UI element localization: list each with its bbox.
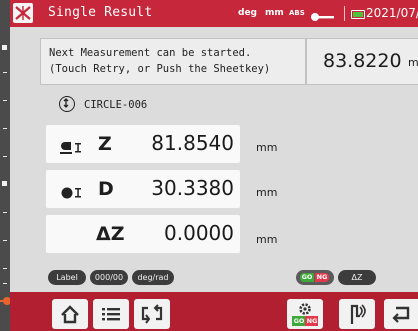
status-message-line1: Next Measurement can be started. (49, 47, 252, 59)
back-icon (392, 306, 410, 323)
header-divider (344, 6, 345, 21)
result-unit: mm (256, 186, 278, 199)
home-button[interactable] (52, 299, 88, 329)
scale-tick (3, 268, 7, 269)
format-chip[interactable]: 000/00 (90, 270, 128, 285)
measurement-display: 83.8220 mm (306, 38, 418, 85)
home-icon (61, 305, 79, 324)
result-value: 81.8540 (151, 131, 234, 155)
date-display: 2021/07/0 (366, 6, 418, 20)
diameter-icon (60, 184, 86, 199)
scale-tick (3, 156, 7, 157)
toolbar-ng-label: NG (306, 317, 318, 325)
scale-tick (3, 283, 7, 284)
toolbar-go-label: GO (293, 317, 305, 325)
bottom-toolbar: GO NG (10, 292, 418, 331)
scale-tick (3, 240, 7, 241)
scale-marker (2, 45, 7, 50)
menu-button[interactable] (93, 299, 129, 329)
result-symbol: D (98, 178, 114, 200)
scale-tick (3, 212, 7, 213)
result-row-delta-z[interactable]: ΔZ 0.0000 (46, 215, 240, 253)
back-button[interactable] (384, 299, 418, 329)
result-unit: mm (256, 233, 278, 246)
scale-tick (3, 128, 7, 129)
app-logo-icon[interactable] (13, 3, 33, 23)
scale-tick (3, 100, 7, 101)
result-value: 30.3380 (151, 176, 234, 200)
go-label: GO (300, 273, 314, 282)
menu-icon (102, 308, 120, 321)
measurement-value: 83.8220 (323, 50, 402, 72)
abs-mode-indicator: ABS (289, 9, 305, 17)
probe-icon (350, 304, 366, 324)
result-symbol: ΔZ (96, 223, 125, 245)
screen-title: Single Result (48, 5, 153, 20)
angle-unit-indicator: deg (238, 8, 257, 18)
scale-tick (3, 72, 7, 73)
label-chip[interactable]: Label (48, 270, 86, 285)
z-axis-icon (60, 139, 86, 154)
delta-z-chip[interactable]: ΔZ (338, 270, 376, 285)
circle-element-icon (59, 96, 75, 112)
angle-unit-chip[interactable]: deg/rad (132, 270, 174, 285)
measurement-unit: mm (408, 56, 418, 69)
result-row-z[interactable]: Z 81.8540 (46, 125, 240, 163)
length-unit-indicator: mm (265, 8, 284, 18)
result-unit: mm (256, 141, 278, 154)
scale-marker (2, 181, 7, 186)
status-message-panel: Next Measurement can be started. (Touch … (40, 38, 306, 85)
result-symbol: Z (98, 133, 112, 155)
retry-icon (141, 304, 163, 324)
result-value: 0.0000 (164, 221, 234, 245)
go-ng-chip[interactable]: GO NG (296, 270, 334, 285)
result-row-d[interactable]: D 30.3380 (46, 170, 240, 208)
left-edge-scale (0, 0, 11, 331)
probe-button[interactable] (339, 299, 375, 329)
gonog-settings-button[interactable]: GO NG (287, 299, 323, 329)
ng-label: NG (315, 273, 329, 282)
retry-button[interactable] (134, 299, 170, 329)
header-bar: Single Result deg mm ABS 2021/07/0 (10, 0, 418, 27)
status-message-line2: (Touch Retry, or Push the Sheetkey) (49, 63, 271, 75)
element-name: CIRCLE-006 (84, 99, 148, 111)
key-icon (308, 8, 338, 21)
battery-icon (351, 10, 365, 19)
